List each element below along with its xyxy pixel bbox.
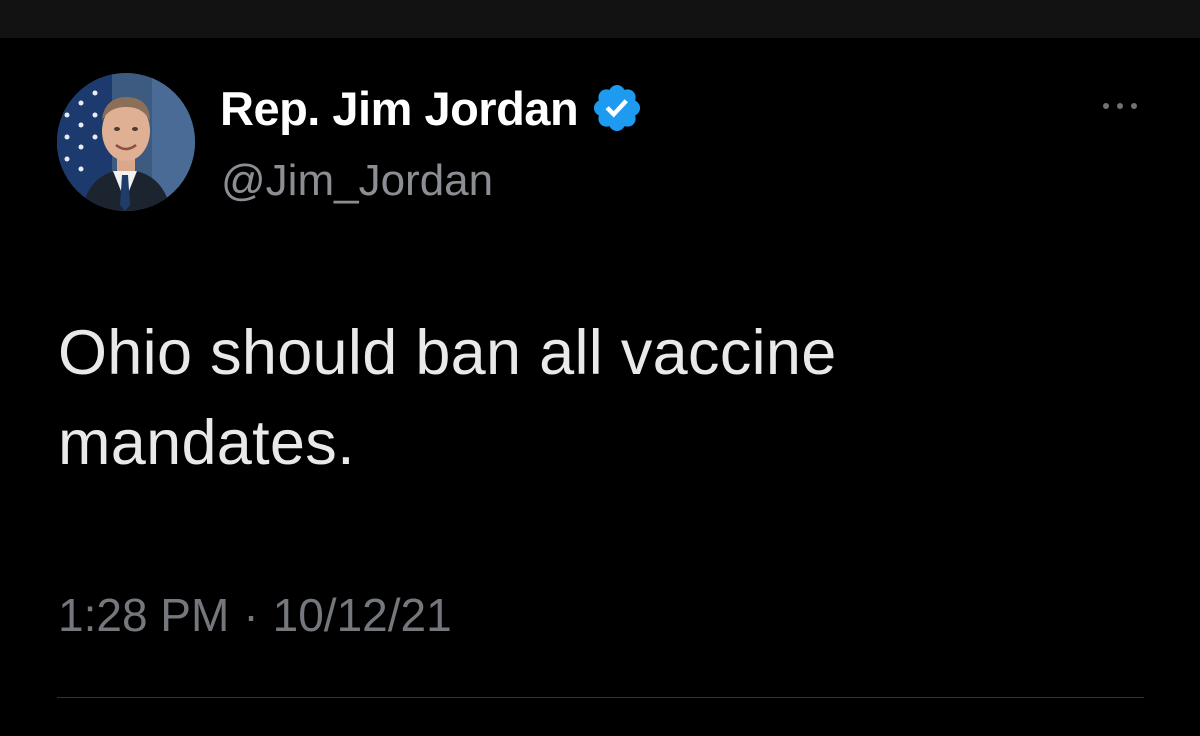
display-name[interactable]: Rep. Jim Jordan xyxy=(220,81,579,136)
tweet-timestamp[interactable]: 1:28 PM · 10/12/21 xyxy=(58,588,452,642)
author-handle[interactable]: @Jim_Jordan xyxy=(221,156,493,206)
tweet-time[interactable]: 1:28 PM xyxy=(58,589,229,641)
more-options-icon[interactable] xyxy=(1098,96,1142,116)
author-name-row[interactable]: Rep. Jim Jordan xyxy=(220,78,644,138)
divider xyxy=(57,697,1144,698)
status-bar xyxy=(0,0,1200,38)
tweet-card: Rep. Jim Jordan @Jim_Jordan Ohio should … xyxy=(0,38,1200,736)
verified-badge-icon xyxy=(590,81,644,135)
timestamp-separator: · xyxy=(243,589,259,641)
tweet-date[interactable]: 10/12/21 xyxy=(273,589,452,641)
avatar-image xyxy=(57,73,195,211)
tweet-text: Ohio should ban all vaccine mandates. xyxy=(58,318,837,478)
avatar[interactable] xyxy=(57,73,195,211)
